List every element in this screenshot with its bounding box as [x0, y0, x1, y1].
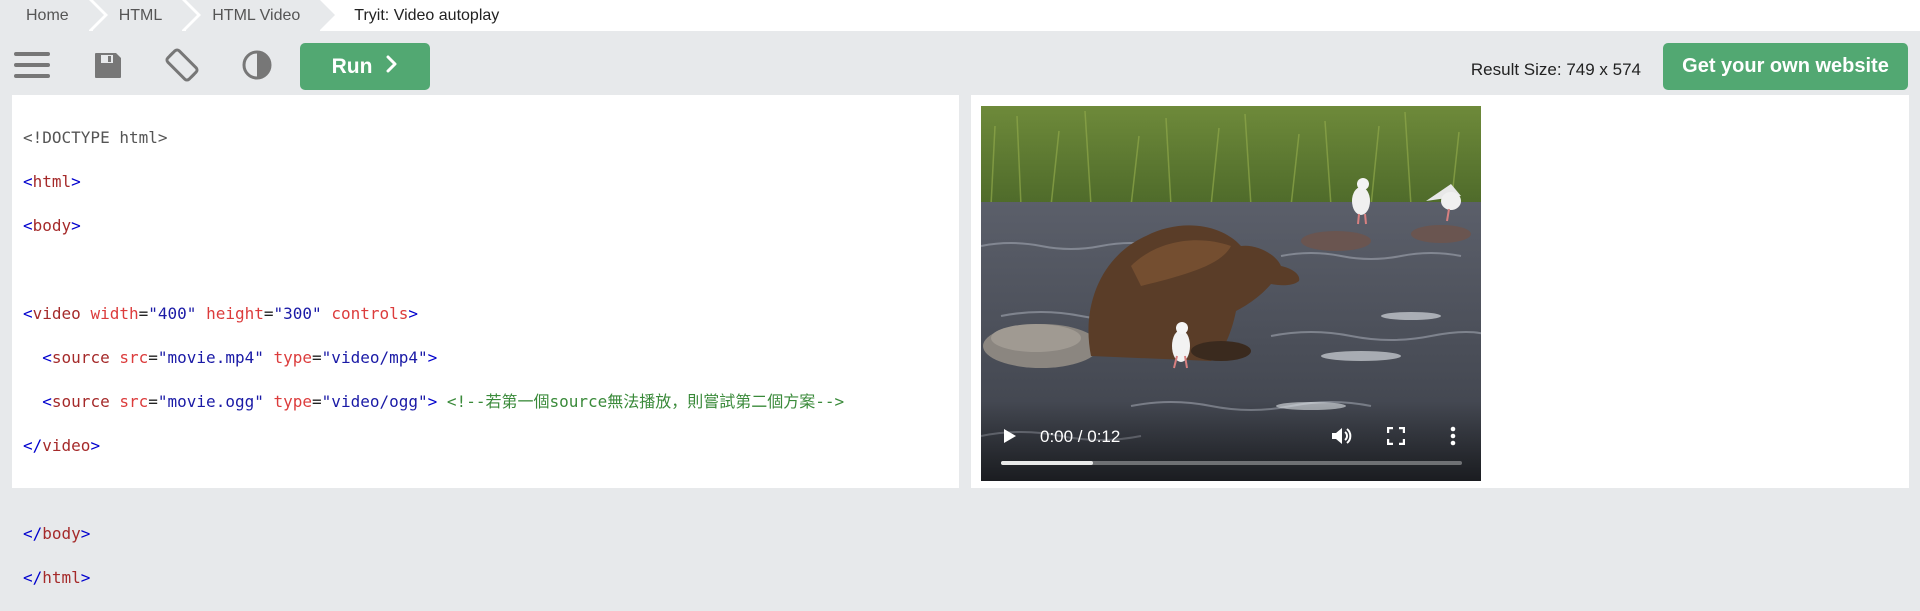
code-token: type [273, 348, 313, 367]
code-token: type [273, 392, 313, 411]
video-controls: 0:00 / 0:12 [981, 401, 1481, 481]
result-size: Result Size: 749 x 574 [1470, 60, 1641, 79]
code-line: <source src="movie.mp4" type="video/mp4"… [23, 347, 959, 369]
code-token: > [427, 348, 438, 367]
code-token: "300" [273, 304, 322, 323]
code-token: > [80, 524, 91, 543]
code-token: = [138, 304, 149, 323]
fullscreen-icon[interactable] [1384, 424, 1408, 448]
code-token: src [119, 392, 149, 411]
breadcrumb: Home HTML HTML Video Tryit: Video autopl… [0, 0, 1920, 31]
video-player[interactable]: 0:00 / 0:12 [981, 106, 1481, 481]
code-token: video [32, 304, 81, 323]
volume-icon[interactable] [1330, 424, 1354, 448]
code-comment: <!--若第一個source無法播放，則嘗試第二個方案--> [446, 392, 845, 411]
toolbar: Run Result Size: 749 x 574 Get your own … [0, 31, 1920, 95]
code-token: "video/ogg" [321, 392, 428, 411]
code-token: </ [23, 436, 43, 455]
code-token: width [90, 304, 139, 323]
code-line: <body> [23, 215, 959, 237]
code-token: > [80, 568, 91, 587]
code-token: > [427, 392, 438, 411]
code-token: height [206, 304, 264, 323]
code-line: <!DOCTYPE html> [23, 127, 959, 149]
breadcrumb-home[interactable]: Home [0, 0, 108, 31]
code-token: > [71, 216, 81, 235]
chevron-right-icon [386, 55, 398, 79]
play-icon[interactable] [999, 425, 1021, 447]
code-line: </body> [23, 523, 959, 545]
code-line: <source src="movie.ogg" type="video/ogg"… [23, 391, 959, 413]
code-token: < [23, 172, 33, 191]
code-token: </ [23, 568, 43, 587]
code-token: source [51, 348, 110, 367]
run-button-label: Run [331, 54, 373, 78]
run-button[interactable]: Run [300, 43, 430, 90]
code-token: > [71, 172, 81, 191]
rotate-icon[interactable] [162, 45, 202, 85]
code-token: > [408, 304, 419, 323]
code-token: video [42, 436, 91, 455]
code-token: = [312, 348, 322, 367]
code-token: body [32, 216, 72, 235]
code-token: < [23, 304, 33, 323]
video-progress-fill [1001, 461, 1094, 465]
code-token: controls [331, 304, 409, 323]
video-time: 0:00 / 0:12 [1040, 427, 1121, 446]
code-token: < [42, 392, 52, 411]
code-token: = [148, 348, 158, 367]
more-vert-icon[interactable] [1441, 424, 1465, 448]
code-token: = [263, 304, 274, 323]
code-line: </html> [23, 567, 959, 589]
code-token: "video/mp4" [321, 348, 428, 367]
code-token: = [148, 392, 158, 411]
code-line: </video> [23, 435, 959, 457]
code-token: html [42, 568, 81, 587]
get-your-own-website-button[interactable]: Get your own website [1663, 43, 1908, 90]
code-token: source [51, 392, 110, 411]
breadcrumb-current-page: Tryit: Video autoplay [324, 0, 520, 31]
code-token: </ [23, 524, 43, 543]
code-token: <!DOCTYPE html> [23, 128, 168, 147]
menu-icon[interactable] [12, 45, 52, 85]
code-token: < [23, 216, 33, 235]
contrast-icon[interactable] [237, 45, 277, 85]
code-token: "400" [148, 304, 197, 323]
save-icon[interactable] [88, 45, 128, 85]
breadcrumb-html-video[interactable]: HTML Video [186, 0, 340, 31]
code-line: <html> [23, 171, 959, 193]
code-token: "movie.mp4" [157, 348, 264, 367]
code-line: <video width="400" height="300" controls… [23, 303, 959, 325]
video-progress-bar[interactable] [1001, 461, 1462, 465]
pane-resize-handle[interactable] [959, 95, 971, 488]
code-token: html [32, 172, 72, 191]
code-token: "movie.ogg" [157, 392, 264, 411]
code-token: body [42, 524, 81, 543]
code-token: = [312, 392, 322, 411]
code-token: src [119, 348, 149, 367]
code-token: < [42, 348, 52, 367]
code-editor[interactable]: <!DOCTYPE html> <html> <body> <video wid… [12, 95, 959, 587]
result-frame: 0:00 / 0:12 [971, 95, 1909, 488]
code-token: > [90, 436, 101, 455]
